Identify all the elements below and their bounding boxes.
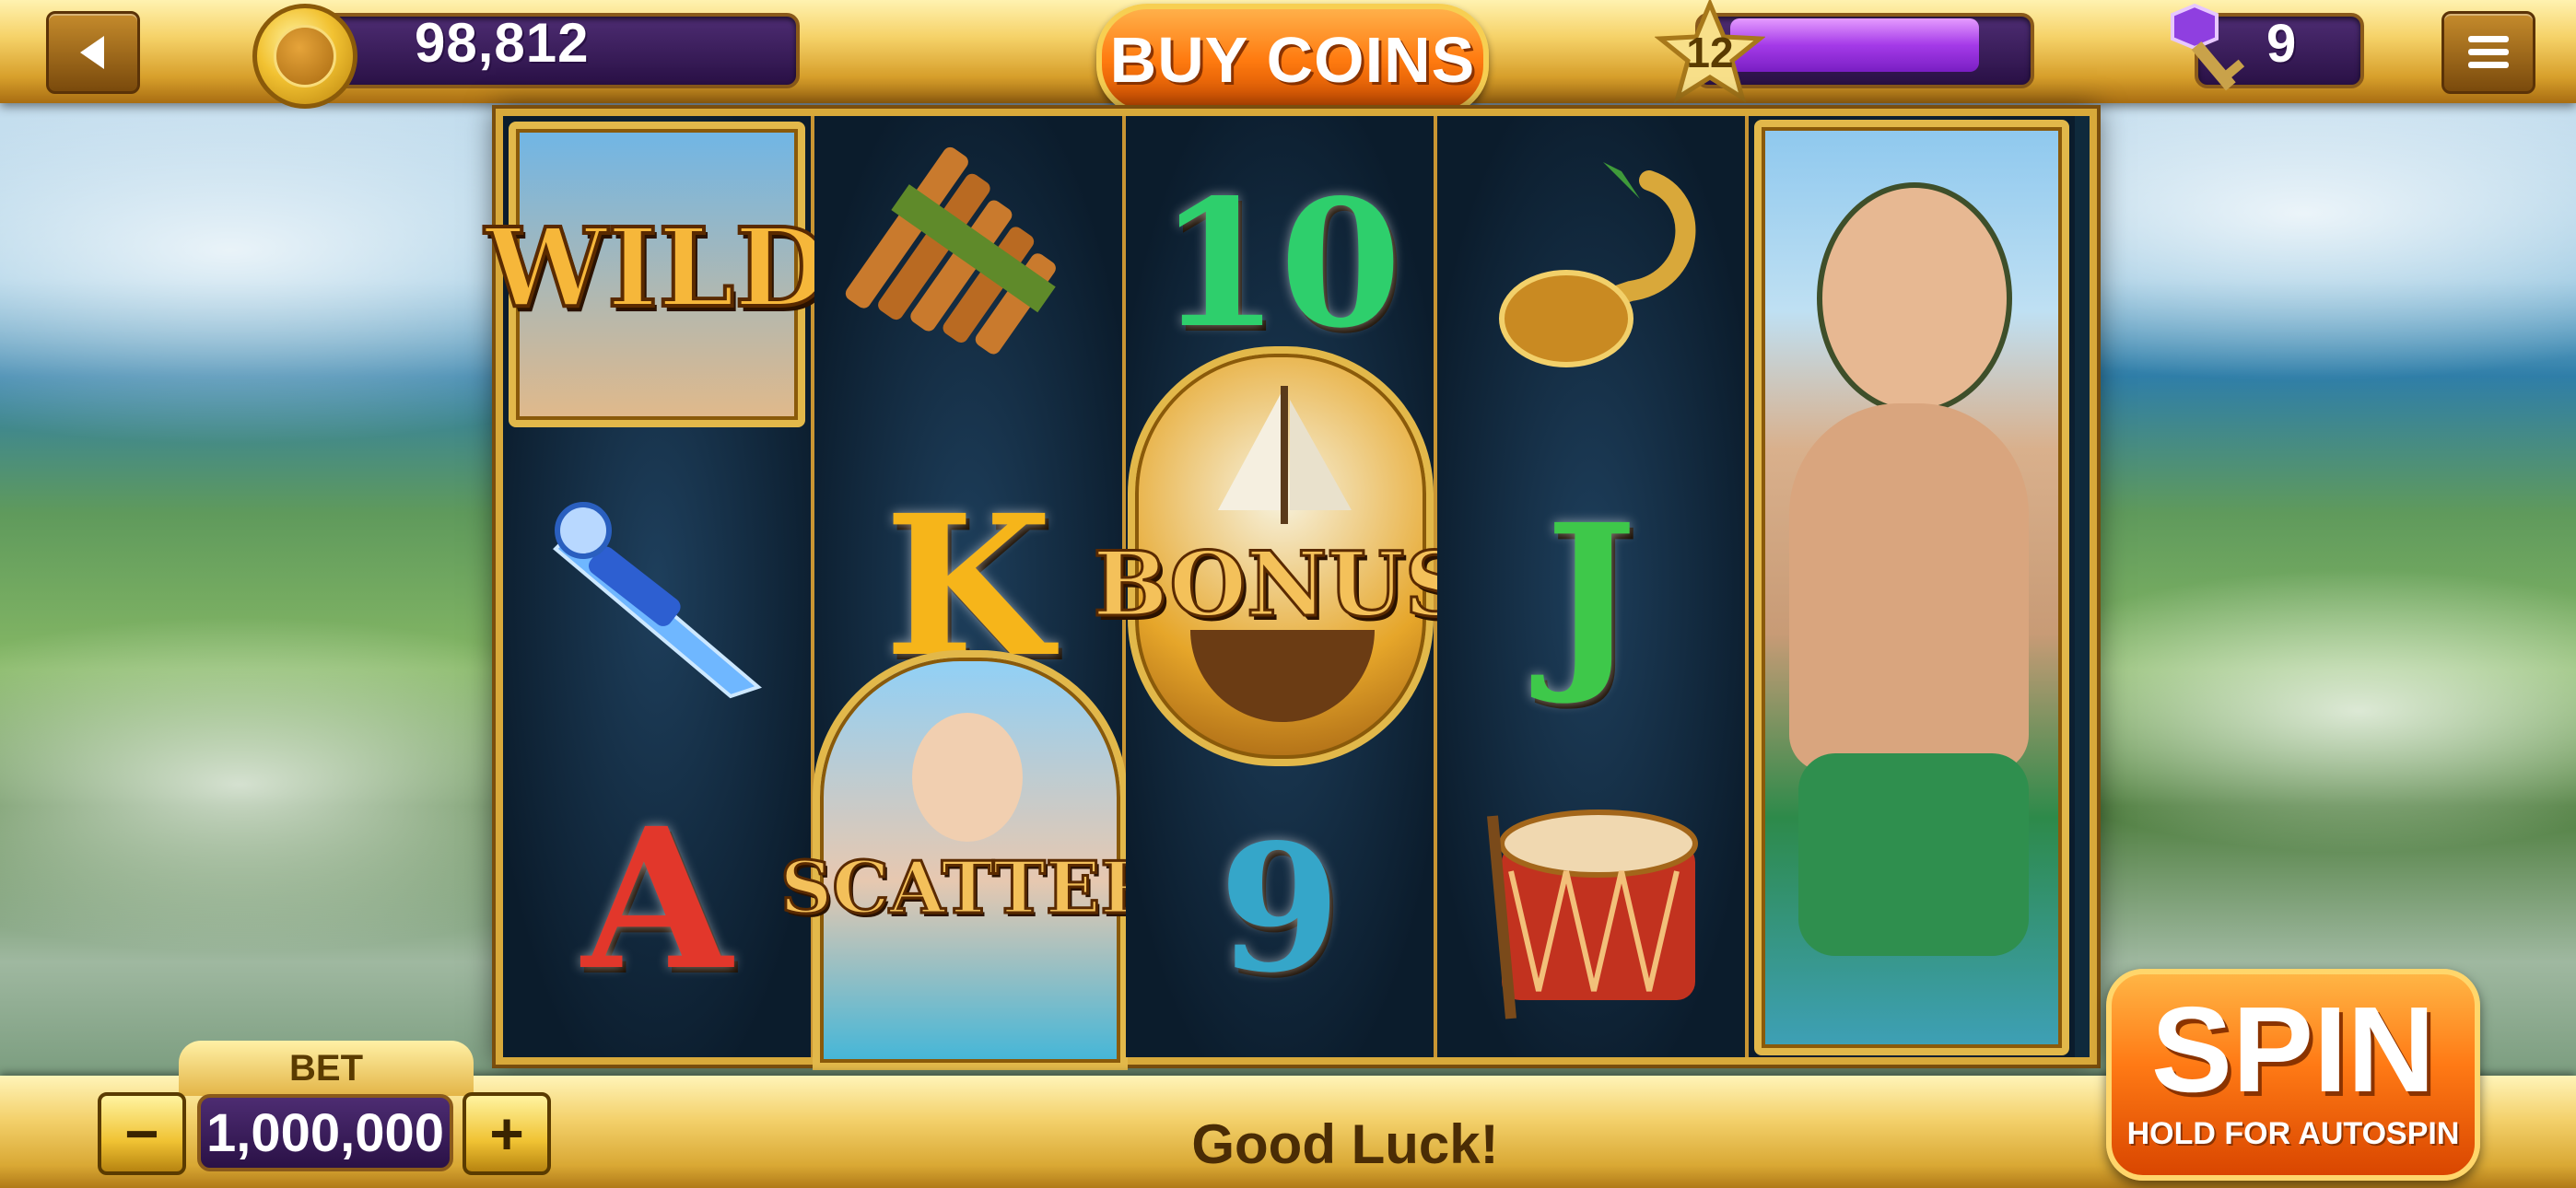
ship-hull xyxy=(1190,630,1375,722)
bonus-label: BONUS xyxy=(1092,530,1469,637)
nine-number: 9 xyxy=(1218,805,1341,1011)
spin-label: SPIN xyxy=(2150,982,2436,1117)
drum-symbol[interactable] xyxy=(1456,779,1732,1037)
bet-value: 1,000,000 xyxy=(197,1094,453,1171)
ship-icon xyxy=(1218,386,1352,524)
reel-3: 10 BONUS 9 xyxy=(1092,116,1469,1057)
slot-reels: WILD A K SCATTER 10 BONUS 9 J xyxy=(483,109,2097,1070)
plus-icon: + xyxy=(489,1101,524,1167)
hook-icon xyxy=(1499,162,1696,367)
coin-icon xyxy=(252,4,357,109)
reel-2: K SCATTER xyxy=(779,116,1162,1070)
wild-label: WILD xyxy=(483,202,830,333)
pan-flute-symbol[interactable] xyxy=(833,134,1109,411)
fairy-face xyxy=(912,713,1023,842)
top-bar: 98,812 BUY COINS 12 9 xyxy=(0,0,2576,116)
back-button[interactable] xyxy=(46,11,140,94)
back-arrow-icon xyxy=(80,36,104,69)
scatter-symbol[interactable]: SCATTER xyxy=(779,650,1162,1070)
bet-label: BET xyxy=(289,1048,363,1089)
bet-increase-button[interactable]: + xyxy=(463,1092,551,1175)
j-symbol[interactable]: J xyxy=(1437,466,1745,724)
buy-coins-button[interactable]: BUY COINS xyxy=(1096,4,1489,116)
scatter-label: SCATTER xyxy=(779,844,1161,931)
a-symbol[interactable]: A xyxy=(503,779,811,1019)
status-message: Good Luck! xyxy=(1191,1113,1499,1175)
dagger-symbol[interactable] xyxy=(512,457,802,733)
key-icon xyxy=(2171,3,2245,91)
minus-icon: − xyxy=(124,1101,159,1167)
hero-torso xyxy=(1789,403,2029,772)
a-letter: A xyxy=(581,785,732,1013)
xp-bar-fill xyxy=(1730,18,1979,72)
wild-symbol[interactable]: WILD xyxy=(483,122,831,427)
bonus-symbol[interactable]: BONUS xyxy=(1092,346,1469,766)
reel-4: J xyxy=(1437,116,1749,1057)
key-count: 9 xyxy=(2266,14,2297,74)
autospin-label: HOLD FOR AUTOSPIN xyxy=(2126,1116,2460,1151)
hero-shorts xyxy=(1798,753,2029,956)
menu-button[interactable] xyxy=(2441,11,2535,94)
ten-symbol[interactable]: 10 xyxy=(1126,153,1434,374)
nine-symbol[interactable]: 9 xyxy=(1126,798,1434,1019)
j-letter: J xyxy=(1545,481,1637,709)
hamburger-menu-icon xyxy=(2468,36,2509,68)
coin-balance: 98,812 xyxy=(415,12,590,74)
reel-5 xyxy=(1749,116,2075,1057)
pan-flute-icon xyxy=(845,146,1056,355)
dagger-icon xyxy=(553,502,762,699)
bet-decrease-button[interactable]: − xyxy=(98,1092,186,1175)
hook-symbol[interactable] xyxy=(1456,134,1732,411)
hero-face xyxy=(1817,182,2012,414)
drum-icon xyxy=(1487,809,1698,1019)
hero-character-symbol[interactable] xyxy=(1754,120,2069,1055)
buy-coins-label: BUY COINS xyxy=(1109,24,1476,96)
reel-1: WILD A xyxy=(483,116,831,1057)
ten-number: 10 xyxy=(1157,160,1402,367)
level-number: 12 xyxy=(1686,29,1734,76)
spin-button[interactable]: SPIN HOLD FOR AUTOSPIN xyxy=(2106,969,2480,1181)
